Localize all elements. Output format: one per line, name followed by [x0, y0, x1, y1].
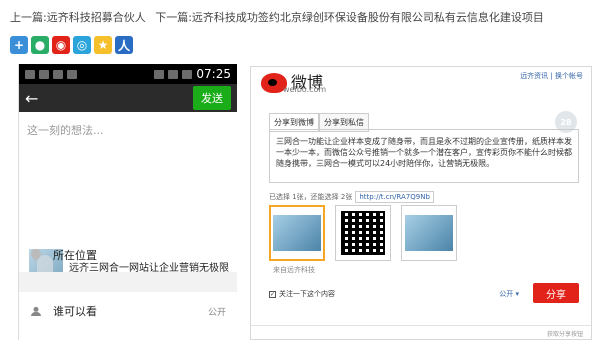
qr-code-image [341, 211, 385, 255]
visibility-dropdown[interactable]: 公开 ▾ [499, 289, 519, 299]
status-bar: 07:25 [19, 64, 237, 84]
send-button[interactable]: 发送 [193, 86, 231, 110]
app-bar: ← 发送 [19, 84, 237, 112]
prev-article-link[interactable]: 上一篇:远齐科技招募合伙人 [10, 11, 146, 24]
article-nav: 上一篇:远齐科技招募合伙人 下一篇:远齐科技成功签约北京绿创环保设备股份有限公司… [10, 9, 550, 25]
weibo-url: weibo.com [283, 85, 327, 94]
image-caption: 来自远齐科技 [273, 266, 315, 274]
next-article-link[interactable]: 下一篇:远齐科技成功签约北京绿创环保设备股份有限公司私有云信息化建设项目 [155, 11, 544, 24]
renren-icon[interactable]: 人 [115, 36, 133, 54]
location-label: 所在位置 [53, 249, 97, 262]
image-selection-info: 已选择 1张，还能选择 2张 http://t.cn/RA7Q9Nb [269, 191, 434, 203]
share-button[interactable]: 分享 [533, 283, 579, 303]
visibility-label: 谁可以看 [53, 305, 97, 318]
status-time: 07:25 [196, 67, 231, 81]
weibo-share-dialog: 微博 weibo.com 远齐资讯 | 换个帐号 分享到微博 分享到私信 28 … [250, 66, 592, 340]
image-option[interactable] [401, 205, 457, 261]
share-icons-row: + ● ◉ ◎ ★ 人 [10, 36, 133, 54]
wechat-icon[interactable]: ● [31, 36, 49, 54]
status-icon [53, 69, 63, 79]
follow-checkbox-row[interactable]: ✓ 关注一下这个内容 [269, 289, 335, 299]
tencent-weibo-icon[interactable]: ◎ [73, 36, 91, 54]
location-pin-icon [31, 249, 41, 261]
status-icon [67, 69, 77, 79]
follow-label: 关注一下这个内容 [279, 290, 335, 298]
divider-band [19, 272, 237, 292]
wifi-icon [154, 69, 165, 79]
account-links[interactable]: 远齐资讯 | 换个帐号 [520, 71, 583, 81]
location-row[interactable]: 所在位置 [19, 238, 237, 272]
share-plus-icon[interactable]: + [10, 36, 28, 54]
image-thumbnail [273, 215, 321, 251]
back-arrow-icon[interactable]: ← [25, 89, 38, 108]
share-content-textarea[interactable]: 三网合一功能让企业样本变成了随身带，而且是永不过期的企业宣传册，纸质样本发一本少… [269, 129, 579, 183]
status-icon [39, 69, 49, 79]
weibo-header: 微博 weibo.com 远齐资讯 | 换个帐号 [251, 67, 591, 107]
visibility-value: 公开 [207, 307, 226, 318]
battery-icon [182, 69, 193, 79]
wechat-moments-screen: 07:25 ← 发送 这一刻的想法... 远齐三网合一网站让企业营销无极限 所在… [18, 64, 237, 340]
post-text-input[interactable]: 这一刻的想法... [19, 112, 237, 168]
short-link[interactable]: http://t.cn/RA7Q9Nb [355, 191, 434, 203]
weibo-icon[interactable]: ◉ [52, 36, 70, 54]
image-option[interactable] [335, 205, 391, 261]
image-option-selected[interactable] [269, 205, 325, 261]
user-icon [31, 306, 41, 316]
checkbox-checked-icon[interactable]: ✓ [269, 290, 276, 298]
page: 上一篇:远齐科技招募合伙人 下一篇:远齐科技成功签约北京绿创环保设备股份有限公司… [0, 0, 600, 340]
visibility-row[interactable]: 谁可以看 公开 [19, 294, 237, 328]
status-icon [25, 69, 35, 79]
qzone-icon[interactable]: ★ [94, 36, 112, 54]
signal-icon [168, 69, 179, 79]
image-thumbnail [405, 215, 453, 251]
dialog-footer[interactable]: 获取分享按钮 [251, 325, 591, 339]
selected-count-text: 已选择 1张，还能选择 2张 [269, 193, 353, 201]
image-options [269, 205, 457, 261]
